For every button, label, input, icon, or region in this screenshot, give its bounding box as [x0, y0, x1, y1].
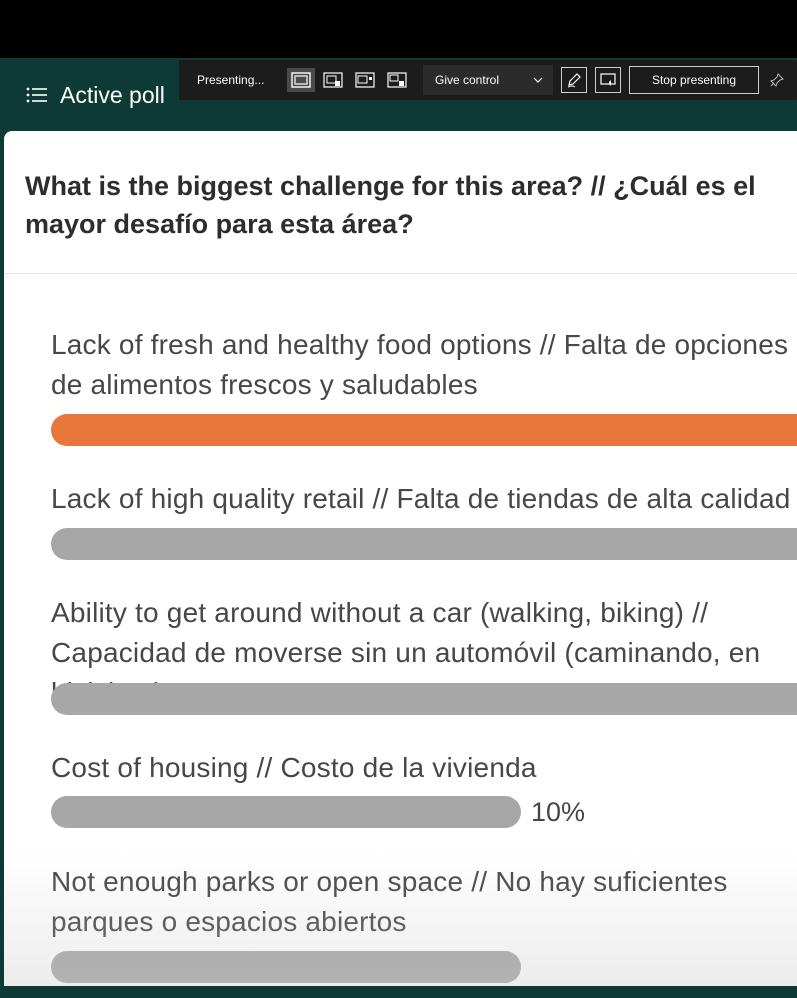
stop-presenting-button[interactable]: Stop presenting: [629, 66, 759, 94]
option-label-4: Cost of housing // Costo de la vivienda: [51, 752, 537, 783]
include-audio-button[interactable]: [595, 67, 621, 93]
option-percent-4: 10%: [531, 797, 586, 827]
list-icon: [26, 87, 47, 103]
poll-card: What is the biggest challenge for this a…: [4, 131, 797, 991]
pin-icon: [770, 73, 784, 87]
option-bar-4: [51, 796, 521, 828]
layout-side-by-side-icon: [355, 72, 375, 88]
layout-reporter-button[interactable]: [383, 68, 411, 92]
option-bar-2: [51, 528, 797, 560]
bottom-strip: [0, 986, 797, 998]
presenting-status: Presenting...: [197, 73, 265, 87]
screen-audio-icon: [600, 73, 616, 86]
poll-header: Active poll: [26, 80, 165, 110]
give-control-label: Give control: [435, 73, 500, 87]
option-label-2: Lack of high quality retail // Falta de …: [51, 483, 791, 514]
give-control-dropdown[interactable]: Give control: [423, 65, 553, 95]
pin-toolbar-button[interactable]: [769, 72, 785, 88]
pen-icon: [567, 73, 581, 88]
poll-question: What is the biggest challenge for this a…: [25, 171, 756, 239]
layout-reporter-icon: [387, 72, 407, 88]
layout-side-by-side-button[interactable]: [351, 68, 379, 92]
option-bar-1: [51, 414, 797, 446]
stop-presenting-label: Stop presenting: [651, 73, 737, 87]
option-label-1: Lack of fresh and healthy food options /…: [51, 329, 789, 400]
option-bar-5: [51, 951, 521, 983]
presenter-toolbar: Presenting... Give control Stop presenti…: [179, 60, 797, 100]
divider: [4, 273, 797, 274]
poll-title: Active poll: [60, 81, 165, 108]
option-label-5: Not enough parks or open space // No hay…: [51, 866, 728, 937]
layout-standout-icon: [323, 72, 343, 88]
option-bar-3: [51, 683, 797, 715]
annotation-button[interactable]: [561, 67, 587, 93]
chevron-down-icon: [533, 77, 543, 83]
layout-standout-button[interactable]: [319, 68, 347, 92]
layout-content-only-button[interactable]: [287, 68, 315, 92]
top-black-bar: [0, 0, 797, 58]
layout-content-only-icon: [291, 72, 311, 88]
